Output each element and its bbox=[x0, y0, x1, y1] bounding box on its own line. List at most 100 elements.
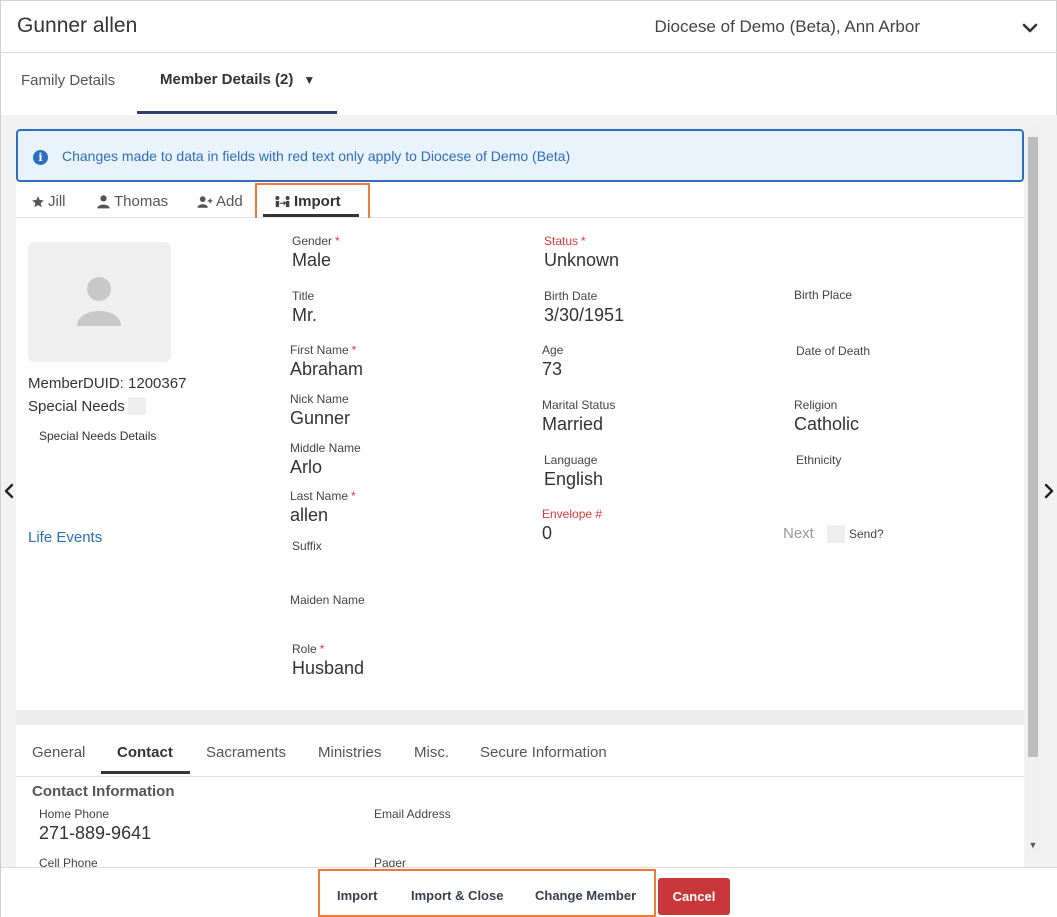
member-tab-jill-label: Jill bbox=[48, 193, 66, 210]
language-field[interactable]: Language English bbox=[544, 453, 603, 490]
nick-name-label: Nick Name bbox=[290, 392, 349, 406]
home-phone-label: Home Phone bbox=[39, 807, 110, 821]
member-panel: i Changes made to data in fields with re… bbox=[16, 129, 1024, 867]
send-label: Send? bbox=[849, 527, 884, 541]
star-icon bbox=[32, 195, 44, 207]
section-divider bbox=[16, 710, 1024, 725]
religion-value: Catholic bbox=[794, 414, 860, 434]
ethnicity-field[interactable]: Ethnicity bbox=[796, 453, 841, 469]
change-member-button[interactable]: Change Member bbox=[535, 888, 636, 903]
detail-sub-tab-bar: General Contact Sacraments Ministries Mi… bbox=[16, 725, 1024, 777]
cell-phone-label: Cell Phone bbox=[39, 856, 98, 867]
member-tab-bar: Jill Thomas Add Import bbox=[16, 182, 1024, 222]
member-avatar[interactable] bbox=[28, 242, 171, 362]
age-label: Age bbox=[542, 343, 564, 357]
cancel-button[interactable]: Cancel bbox=[658, 878, 730, 915]
marital-status-field[interactable]: Marital Status Married bbox=[542, 398, 615, 435]
active-tab-underline bbox=[137, 111, 337, 114]
special-needs-checkbox[interactable] bbox=[128, 397, 146, 415]
status-value: Unknown bbox=[544, 250, 620, 270]
top-tab-bar: Family Details Member Details (2) ▼ bbox=[1, 53, 1057, 115]
role-label: Role * bbox=[292, 642, 325, 656]
tab-secure-information[interactable]: Secure Information bbox=[480, 744, 607, 761]
import-tab-highlight bbox=[255, 183, 370, 222]
maiden-name-label: Maiden Name bbox=[290, 593, 365, 607]
gender-value: Male bbox=[292, 250, 332, 270]
life-events-link[interactable]: Life Events bbox=[28, 529, 102, 546]
send-checkbox[interactable] bbox=[827, 525, 845, 543]
birth-place-label: Birth Place bbox=[794, 288, 853, 302]
tab-member-details-label: Member Details (2) bbox=[160, 71, 294, 88]
tab-ministries[interactable]: Ministries bbox=[318, 744, 381, 761]
tab-family-details[interactable]: Family Details bbox=[21, 72, 115, 89]
pager-label: Pager bbox=[374, 856, 407, 867]
first-name-field[interactable]: First Name * Abraham bbox=[290, 343, 363, 380]
suffix-label: Suffix bbox=[292, 539, 322, 553]
contact-section: Contact Information Home Phone 271-889-9… bbox=[16, 777, 1024, 867]
dialog-header: Gunner allen Diocese of Demo (Beta), Ann… bbox=[1, 1, 1057, 53]
member-tab-add[interactable]: Add bbox=[197, 193, 243, 210]
pager-field[interactable]: Pager bbox=[374, 856, 406, 867]
suffix-field[interactable]: Suffix bbox=[292, 539, 322, 555]
nick-name-value: Gunner bbox=[290, 408, 351, 428]
next-envelope-link[interactable]: Next bbox=[783, 525, 814, 542]
tab-general[interactable]: General bbox=[32, 744, 85, 761]
language-label: Language bbox=[544, 453, 598, 467]
previous-arrow-icon[interactable] bbox=[2, 483, 16, 499]
birth-date-field[interactable]: Birth Date 3/30/1951 bbox=[544, 289, 624, 326]
import-button[interactable]: Import bbox=[337, 888, 377, 903]
title-field[interactable]: Title Mr. bbox=[292, 289, 317, 326]
person-icon bbox=[97, 195, 110, 209]
chevron-down-icon[interactable] bbox=[1020, 18, 1040, 38]
next-arrow-icon[interactable] bbox=[1042, 483, 1056, 499]
gender-field[interactable]: Gender * Male bbox=[292, 234, 340, 271]
last-name-label: Last Name * bbox=[290, 489, 356, 503]
member-duid: MemberDUID: 1200367 bbox=[28, 375, 187, 392]
maiden-name-field[interactable]: Maiden Name bbox=[290, 593, 365, 609]
sub-tab-underline bbox=[101, 771, 190, 774]
scrollbar-thumb[interactable] bbox=[1028, 137, 1038, 757]
gender-label: Gender * bbox=[292, 234, 340, 248]
scroll-down-arrow-icon[interactable]: ▼ bbox=[1028, 840, 1038, 850]
marital-status-value: Married bbox=[542, 414, 604, 434]
title-value: Mr. bbox=[292, 305, 317, 325]
last-name-value: allen bbox=[290, 505, 329, 525]
religion-label: Religion bbox=[794, 398, 838, 412]
scrollbar[interactable]: ▼ bbox=[1026, 127, 1040, 855]
nick-name-field[interactable]: Nick Name Gunner bbox=[290, 392, 350, 429]
ethnicity-label: Ethnicity bbox=[796, 453, 842, 467]
first-name-value: Abraham bbox=[290, 359, 364, 379]
language-value: English bbox=[544, 469, 604, 489]
religion-field[interactable]: Religion Catholic bbox=[794, 398, 859, 435]
role-value: Husband bbox=[292, 658, 365, 678]
member-details-section: MemberDUID: 1200367 Special Needs Specia… bbox=[16, 218, 1024, 710]
home-phone-field[interactable]: Home Phone 271-889-9641 bbox=[39, 807, 151, 844]
date-of-death-label: Date of Death bbox=[796, 344, 871, 358]
middle-name-field[interactable]: Middle Name Arlo bbox=[290, 441, 361, 478]
tab-contact[interactable]: Contact bbox=[117, 744, 173, 761]
last-name-field[interactable]: Last Name * allen bbox=[290, 489, 356, 526]
import-and-close-button[interactable]: Import & Close bbox=[411, 888, 503, 903]
tab-member-details[interactable]: Member Details (2) ▼ bbox=[160, 71, 315, 88]
info-icon: i bbox=[33, 150, 48, 165]
special-needs-details-label: Special Needs Details bbox=[39, 429, 157, 443]
middle-name-value: Arlo bbox=[290, 457, 323, 477]
title-label: Title bbox=[292, 289, 315, 303]
info-banner: i Changes made to data in fields with re… bbox=[16, 129, 1024, 182]
member-tab-jill[interactable]: Jill bbox=[31, 193, 66, 210]
status-field[interactable]: Status * Unknown bbox=[544, 234, 619, 271]
envelope-label: Envelope # bbox=[542, 507, 603, 521]
email-field[interactable]: Email Address bbox=[374, 807, 451, 823]
tab-misc[interactable]: Misc. bbox=[414, 744, 449, 761]
date-of-death-field[interactable]: Date of Death bbox=[796, 344, 870, 360]
avatar-placeholder-icon bbox=[77, 277, 121, 326]
cell-phone-field[interactable]: Cell Phone bbox=[39, 856, 98, 867]
member-tab-thomas[interactable]: Thomas bbox=[96, 193, 168, 210]
special-needs-label: Special Needs bbox=[28, 398, 125, 415]
tab-sacraments[interactable]: Sacraments bbox=[206, 744, 286, 761]
content-area: i Changes made to data in fields with re… bbox=[1, 115, 1057, 867]
birth-place-field[interactable]: Birth Place bbox=[794, 288, 852, 304]
envelope-field[interactable]: Envelope # 0 bbox=[542, 507, 602, 544]
role-field[interactable]: Role * Husband bbox=[292, 642, 364, 679]
status-label: Status * bbox=[544, 234, 586, 248]
